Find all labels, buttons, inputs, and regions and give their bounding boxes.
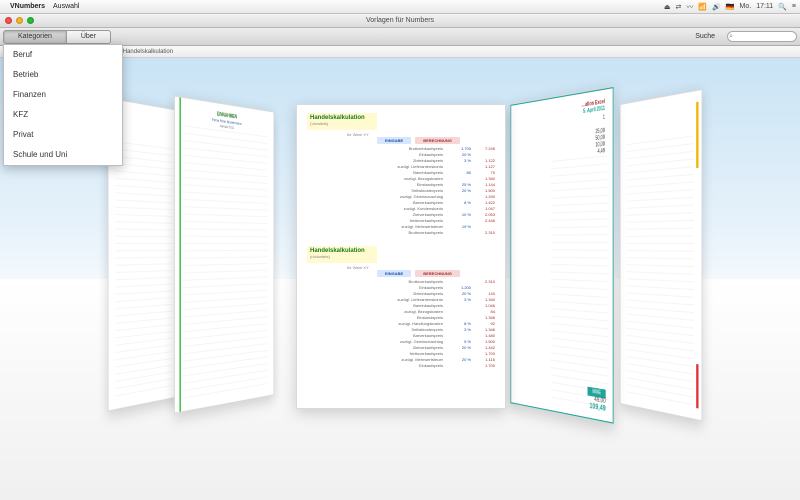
column-header-berechnung: BERECHNUNG bbox=[415, 137, 460, 144]
menubar-status-area: ⏏ ⇄ 〰 📶 🔊 🇩🇪 Mo. 17:11 🔍 ≡ bbox=[664, 2, 796, 12]
search-area: Suche ⌕ bbox=[695, 31, 797, 42]
sheet-subtitle-b: (rückwärts) bbox=[310, 254, 374, 259]
menubar-item-auswahl[interactable]: Auswahl bbox=[53, 3, 79, 10]
window-close-button[interactable] bbox=[5, 17, 12, 24]
template-card-selected[interactable]: Handelskalkulation (Vorwärts) für Ware X… bbox=[296, 104, 506, 409]
category-dropdown: Beruf Betrieb Finanzen KFZ Privat Schule… bbox=[3, 44, 123, 166]
window-zoom-button[interactable] bbox=[27, 17, 34, 24]
sheet-subtitle: (Vorwärts) bbox=[310, 121, 374, 126]
menubar-day[interactable]: Mo. bbox=[740, 3, 752, 10]
input-source-icon[interactable]: 🇩🇪 bbox=[726, 3, 735, 11]
menubar-app-name[interactable]: VNumbers bbox=[10, 3, 45, 10]
dropdown-item-kfz[interactable]: KFZ bbox=[4, 105, 122, 125]
spotlight-icon[interactable]: 🔍 bbox=[778, 3, 787, 11]
dropdown-item-finanzen[interactable]: Finanzen bbox=[4, 85, 122, 105]
window-titlebar: Vorlagen für Numbers bbox=[0, 14, 800, 28]
traffic-lights bbox=[5, 17, 34, 24]
tab-kategorien[interactable]: Kategorien bbox=[3, 30, 67, 44]
search-label: Suche bbox=[695, 33, 715, 40]
breadcrumb-item[interactable]: Handelskalkulation bbox=[123, 49, 173, 55]
template-card-right[interactable]: …ation Excel 5. April 2011 1 25,00 50,00… bbox=[510, 86, 614, 425]
column-header-berechnung-b: BERECHNUNG bbox=[415, 270, 460, 277]
column-header-eingabe: EINGABE bbox=[377, 137, 411, 144]
template-preview: Handelskalkulation (Vorwärts) für Ware X… bbox=[297, 105, 505, 408]
sheet-row: Bruttoverkaufspreis2.310 bbox=[307, 230, 495, 236]
template-card-left[interactable]: EINNAHMEN Firma Peter Mustermann Januar … bbox=[174, 95, 274, 413]
sheet-rows-a: Bruttoeinkaufspreis1.7007.245Einkaufspre… bbox=[307, 146, 495, 236]
dropdown-item-schule[interactable]: Schule und Uni bbox=[4, 145, 122, 165]
activity-icon[interactable]: 〰 bbox=[686, 2, 693, 12]
window-title: Vorlagen für Numbers bbox=[0, 17, 800, 24]
template-card-far-right[interactable] bbox=[620, 89, 702, 422]
category-tabs: Kategorien Über bbox=[3, 30, 111, 44]
search-icon: ⌕ bbox=[729, 33, 733, 41]
dropdown-item-betrieb[interactable]: Betrieb bbox=[4, 65, 122, 85]
sheet-rows-b: Bruttoverkaufspreis2.310Einkaufspreis1.2… bbox=[307, 279, 495, 369]
volume-icon[interactable]: 🔊 bbox=[712, 3, 721, 11]
tab-ueber[interactable]: Über bbox=[67, 30, 111, 44]
column-header-eingabe-b: EINGABE bbox=[377, 270, 411, 277]
eject-icon[interactable]: ⏏ bbox=[664, 3, 671, 11]
macos-menubar: VNumbers Auswahl ⏏ ⇄ 〰 📶 🔊 🇩🇪 Mo. 17:11 … bbox=[0, 0, 800, 14]
dropdown-item-privat[interactable]: Privat bbox=[4, 125, 122, 145]
notification-center-icon[interactable]: ≡ bbox=[792, 3, 796, 10]
sheet-row: Einkaufspreis1.700 bbox=[307, 363, 495, 369]
window-minimize-button[interactable] bbox=[16, 17, 23, 24]
sync-icon[interactable]: ⇄ bbox=[675, 3, 681, 11]
search-input[interactable] bbox=[727, 31, 797, 42]
wifi-icon[interactable]: 📶 bbox=[698, 3, 707, 11]
menubar-time[interactable]: 17:11 bbox=[756, 3, 773, 10]
dropdown-item-beruf[interactable]: Beruf bbox=[4, 45, 122, 65]
